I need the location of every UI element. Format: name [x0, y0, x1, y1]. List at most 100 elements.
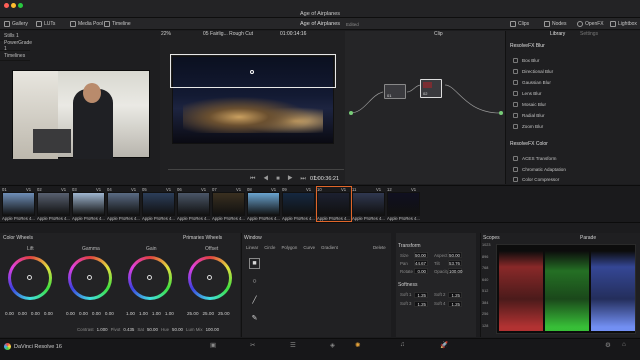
fx-blur-list: Box Blur Directional Blur Gaussian Blur …: [513, 55, 623, 132]
gallery-button[interactable]: Gallery: [4, 19, 28, 29]
lift-label: Lift: [27, 246, 34, 252]
minimize-window-button[interactable]: [11, 3, 16, 8]
fairlight-page-icon[interactable]: ♫: [400, 341, 405, 348]
lift-wheel[interactable]: [8, 256, 52, 300]
curve-window-button[interactable]: Curve: [303, 245, 315, 250]
gamma-wheel[interactable]: [68, 256, 112, 300]
linear-window-button[interactable]: Linear: [246, 245, 258, 250]
home-icon[interactable]: ⌂: [622, 341, 626, 348]
fx-lens-blur[interactable]: Lens Blur: [513, 88, 623, 99]
cut-page-icon[interactable]: ✂: [250, 341, 255, 349]
clip-codec-label: Apple ProRes 4...: [352, 216, 385, 221]
aspect-field[interactable]: 50.00: [448, 252, 462, 258]
soft1-field[interactable]: 1.25: [414, 291, 428, 298]
clip-thumbnail[interactable]: 08 V1 Apple ProRes 4...: [247, 187, 281, 221]
circle-window-button[interactable]: Circle: [264, 245, 275, 250]
tilt-field[interactable]: 53.76: [448, 260, 462, 266]
wheels-mode[interactable]: Primaries Wheels: [183, 235, 222, 241]
timeline-button[interactable]: Timeline: [104, 19, 131, 29]
nodes-button[interactable]: Nodes: [544, 19, 566, 29]
fx-gaussian-blur[interactable]: Gaussian Blur: [513, 77, 623, 88]
clip-thumbnail[interactable]: 05 V1 Apple ProRes 4...: [142, 187, 176, 221]
media-page-icon[interactable]: ▣: [210, 341, 216, 349]
tab-settings[interactable]: Settings: [580, 31, 598, 37]
deliver-page-icon[interactable]: 🚀: [440, 341, 448, 349]
edit-page-icon[interactable]: ☰: [290, 341, 296, 349]
fx-color-list: ACES Transform Chromatic Adaptation Colo…: [513, 153, 623, 183]
mask-center-handle[interactable]: [250, 70, 254, 74]
openfx-button[interactable]: OpenFX: [577, 19, 604, 29]
fx-aces-transform[interactable]: ACES Transform: [513, 153, 623, 164]
clips-icon: [510, 21, 516, 27]
opacity-field[interactable]: 100.00: [448, 268, 462, 274]
clip-thumbnail[interactable]: 07 V1 Apple ProRes 4...: [212, 187, 246, 221]
polygon-window-button[interactable]: Polygon: [281, 245, 297, 250]
scopes-mode[interactable]: Parade: [580, 235, 596, 241]
album-timelines[interactable]: Timelines: [0, 51, 30, 61]
fx-box-blur[interactable]: Box Blur: [513, 55, 623, 66]
clip-thumbnail[interactable]: 02 V1 Apple ProRes 4...: [37, 187, 71, 221]
media-pool-button[interactable]: Media Pool: [70, 19, 103, 29]
clip-thumbnail[interactable]: 03 V1 Apple ProRes 4...: [72, 187, 106, 221]
node-output[interactable]: [499, 111, 503, 115]
zoom-window-button[interactable]: [18, 3, 23, 8]
viewer-zoom[interactable]: 22%: [161, 31, 171, 37]
clip-thumbnail[interactable]: 10 V1 Apple ProRes 4...: [316, 186, 352, 222]
soft2-field[interactable]: 1.25: [448, 291, 462, 298]
fusion-page-icon[interactable]: ◈: [330, 341, 335, 349]
fx-zoom-blur[interactable]: Zoom Blur: [513, 121, 623, 132]
gradient-window-button[interactable]: Gradient: [321, 245, 338, 250]
close-window-button[interactable]: [4, 3, 9, 8]
project-settings-icon[interactable]: ⚙: [605, 341, 611, 349]
album-powergrade[interactable]: PowerGrade 1: [0, 40, 32, 52]
color-wheels-title: Color Wheels: [3, 235, 34, 241]
soft3-field[interactable]: 1.25: [414, 300, 428, 307]
media-pool-icon: [70, 21, 76, 27]
clip-thumbnail[interactable]: 12 V1 Apple ProRes 4...: [387, 187, 421, 221]
clips-button[interactable]: Clips: [510, 19, 529, 29]
square-window-icon[interactable]: ■: [249, 258, 260, 269]
color-page-icon[interactable]: ✺: [355, 341, 360, 349]
size-field[interactable]: 50.00: [414, 252, 428, 258]
gallery-still-thumbnail[interactable]: [12, 70, 150, 159]
clip-thumbnail[interactable]: 01 V1 Apple ProRes 4...: [2, 187, 36, 221]
offset-values[interactable]: 25.00 25.00 25.00: [187, 311, 230, 316]
clip-thumbnail[interactable]: 06 V1 Apple ProRes 4...: [177, 187, 211, 221]
fx-group-color[interactable]: ResolveFX Color: [510, 141, 548, 147]
primary-adjustments[interactable]: Contrast 1.000 Pivot 0.435 Sat 50.00 Hue 50.…: [77, 327, 219, 332]
fx-chromatic-adaptation[interactable]: Chromatic Adaptation: [513, 164, 623, 175]
gamma-values[interactable]: 0.00 0.00 0.00 0.00: [66, 311, 114, 316]
fx-group-blur[interactable]: ResolveFX Blur: [510, 43, 545, 49]
node-02[interactable]: 02: [420, 79, 442, 98]
fx-directional-blur[interactable]: Directional Blur: [513, 66, 623, 77]
pan-field[interactable]: 44.67: [414, 260, 428, 266]
node-mode-label[interactable]: Clip: [434, 31, 443, 37]
fx-color-compressor[interactable]: Color Compressor: [513, 175, 623, 183]
clip-thumbnail[interactable]: 04 V1 Apple ProRes 4...: [107, 187, 141, 221]
fx-icon: [513, 91, 518, 96]
soft4-field[interactable]: 1.25: [448, 300, 462, 307]
pen-window-icon[interactable]: ╱: [249, 294, 260, 305]
delete-window-button[interactable]: Delete: [373, 245, 386, 250]
lift-values[interactable]: 0.00 0.00 0.00 0.00: [5, 311, 53, 316]
app-name: DaVinci Resolve 16: [14, 344, 62, 350]
viewer-timeline-name[interactable]: 05 Fairlig... Rough Cut: [203, 31, 253, 37]
gain-wheel[interactable]: [128, 256, 172, 300]
offset-wheel[interactable]: [188, 256, 232, 300]
luts-button[interactable]: LUTs: [36, 19, 55, 29]
clip-thumbnail[interactable]: 09 V1 Apple ProRes 4...: [282, 187, 316, 221]
viewer-scrubber-track[interactable]: [168, 169, 344, 170]
node-01[interactable]: 01: [384, 84, 406, 99]
tab-library[interactable]: Library: [550, 31, 565, 37]
circle-window-icon[interactable]: ○: [249, 276, 260, 287]
node-input[interactable]: [349, 111, 353, 115]
fx-radial-blur[interactable]: Radial Blur: [513, 110, 623, 121]
rotate-field[interactable]: 0.00: [414, 268, 428, 274]
brush-window-icon[interactable]: ✎: [249, 312, 260, 323]
gain-values[interactable]: 1.00 1.00 1.00 1.00: [126, 311, 174, 316]
lightbox-button[interactable]: Lightbox: [610, 19, 637, 29]
fx-mosaic-blur[interactable]: Mosaic Blur: [513, 99, 623, 110]
clip-thumbnail[interactable]: 11 V1 Apple ProRes 4...: [352, 187, 386, 221]
playhead-timecode: 01:00:36:21: [310, 176, 340, 182]
offset-label: Offset: [205, 246, 219, 252]
